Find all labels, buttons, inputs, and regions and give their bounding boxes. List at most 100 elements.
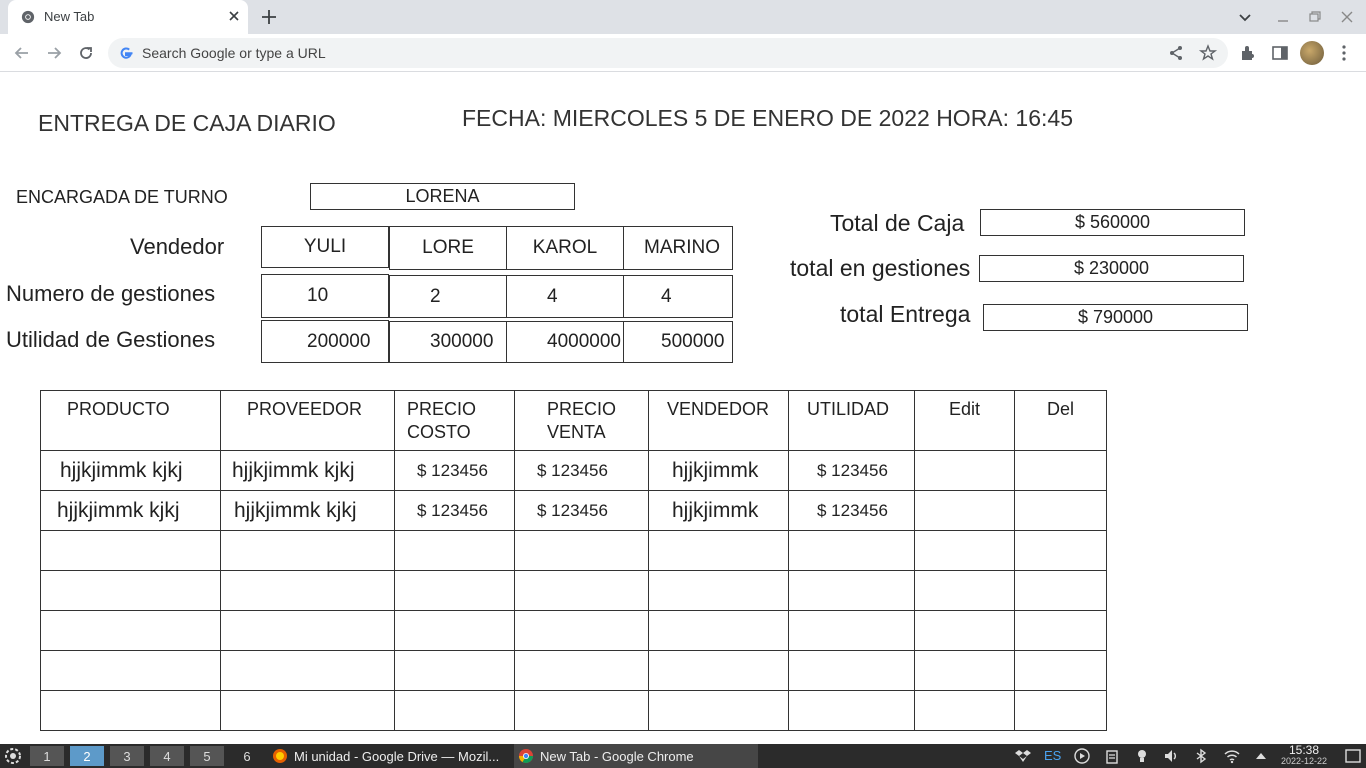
edit-button[interactable] [914,650,1015,691]
table-row: hjjkjimmk kjkj hjjkjimmk kjkj $ 123456 $… [40,490,1107,531]
close-window-icon[interactable] [1338,8,1356,26]
total-caja-field[interactable]: $ 560000 [980,209,1245,236]
delete-button[interactable] [1014,490,1107,531]
vendedor-cell[interactable]: MARINO [623,226,733,270]
cell-utilidad: $ 123456 [788,450,915,491]
cell-proveedor [220,530,395,571]
browser-toolbar [0,34,1366,72]
task-chrome[interactable]: New Tab - Google Chrome [514,744,758,768]
restore-icon[interactable] [1306,8,1324,26]
delete-button[interactable] [1014,450,1107,491]
utilidad-cell[interactable]: 300000 [389,321,507,363]
utilidad-cell[interactable]: 4000000 [506,321,624,363]
vendedor-cell[interactable]: YULI [261,226,389,268]
forward-icon[interactable] [44,43,64,63]
lightbulb-icon[interactable] [1134,748,1150,764]
clock[interactable]: 15:38 2022-12-22 [1276,744,1332,767]
edit-button[interactable] [914,490,1015,531]
gestiones-label: Numero de gestiones [6,281,216,306]
workspace-6[interactable]: 6 [230,746,264,766]
bookmark-star-icon[interactable] [1198,43,1218,63]
menu-icon[interactable] [1334,43,1354,63]
show-desktop-icon[interactable] [1344,747,1362,765]
clipboard-icon[interactable] [1104,748,1120,764]
cell-vendedor [648,530,789,571]
col-del: Del [1014,390,1107,451]
total-gestiones-field[interactable]: $ 230000 [979,255,1244,282]
cell-proveedor [220,610,395,651]
cell-proveedor [220,570,395,611]
delete-button[interactable] [1014,570,1107,611]
col-precio-costo: PRECIO COSTO [394,390,515,451]
workspace-4[interactable]: 4 [150,746,184,766]
delete-button[interactable] [1014,690,1107,731]
workspace-2[interactable]: 2 [70,746,104,766]
chrome-icon [519,749,533,763]
extensions-icon[interactable] [1238,43,1258,63]
workspace-1[interactable]: 1 [30,746,64,766]
side-panel-icon[interactable] [1270,43,1290,63]
table-row [40,570,1107,611]
media-play-icon[interactable] [1074,748,1090,764]
address-input[interactable] [142,43,1042,63]
language-indicator[interactable]: ES [1044,748,1061,763]
gestiones-cell[interactable]: 4 [623,275,733,318]
cell-precio-costo: $ 123456 [394,490,515,531]
task-firefox[interactable]: Mi unidad - Google Drive — Mozil... [268,744,512,768]
close-tab-icon[interactable] [226,8,242,24]
cell-utilidad [788,530,915,571]
profile-avatar[interactable] [1300,41,1324,65]
dropbox-icon[interactable] [1015,748,1031,764]
cell-proveedor [220,690,395,731]
tab-title: New Tab [44,9,95,24]
cell-proveedor: hjjkjimmk kjkj [220,450,395,491]
edit-button[interactable] [914,690,1015,731]
tab-search-icon[interactable] [1236,8,1254,26]
tab-new-tab[interactable]: New Tab [8,0,248,34]
delete-button[interactable] [1014,650,1107,691]
edit-button[interactable] [914,610,1015,651]
back-icon[interactable] [12,43,32,63]
page-title: ENTREGA DE CAJA DIARIO [38,110,336,136]
cell-utilidad [788,570,915,611]
encargada-field[interactable]: LORENA [310,183,575,210]
gestiones-cell[interactable]: 2 [389,275,507,318]
total-entrega-field[interactable]: $ 790000 [983,304,1248,331]
minimize-icon[interactable] [1274,8,1292,26]
cell-precio-costo [394,610,515,651]
cell-producto: hjjkjimmk kjkj [40,490,221,531]
vendedor-cell[interactable]: LORE [389,226,507,270]
edit-button[interactable] [914,530,1015,571]
tray-expand-icon[interactable] [1253,748,1269,764]
col-utilidad: UTILIDAD [788,390,915,451]
reload-icon[interactable] [76,43,96,63]
edit-button[interactable] [914,450,1015,491]
cell-producto: hjjkjimmk kjkj [40,450,221,491]
delete-button[interactable] [1014,610,1107,651]
cell-precio-venta [514,570,649,611]
col-vendedor: VENDEDOR [648,390,789,451]
utilidad-label: Utilidad de Gestiones [6,327,216,352]
utilidad-cell[interactable]: 200000 [261,320,389,363]
vendedor-cell[interactable]: KAROL [506,226,624,270]
edit-button[interactable] [914,570,1015,611]
utilidad-cell[interactable]: 500000 [623,321,733,363]
gestiones-cell[interactable]: 10 [261,274,389,318]
wifi-icon[interactable] [1224,748,1240,764]
gestiones-cell[interactable]: 4 [506,275,624,318]
delete-button[interactable] [1014,530,1107,571]
system-menu-icon[interactable] [4,747,22,765]
volume-icon[interactable] [1163,748,1179,764]
firefox-icon [273,749,287,763]
omnibox[interactable] [108,38,1228,68]
new-tab-icon[interactable] [258,6,280,28]
cell-precio-costo [394,530,515,571]
workspace-3[interactable]: 3 [110,746,144,766]
cell-producto [40,530,221,571]
cell-vendedor [648,570,789,611]
share-icon[interactable] [1166,43,1186,63]
cell-utilidad [788,650,915,691]
clock-date: 2022-12-22 [1280,756,1328,766]
bluetooth-icon[interactable] [1193,748,1209,764]
workspace-5[interactable]: 5 [190,746,224,766]
